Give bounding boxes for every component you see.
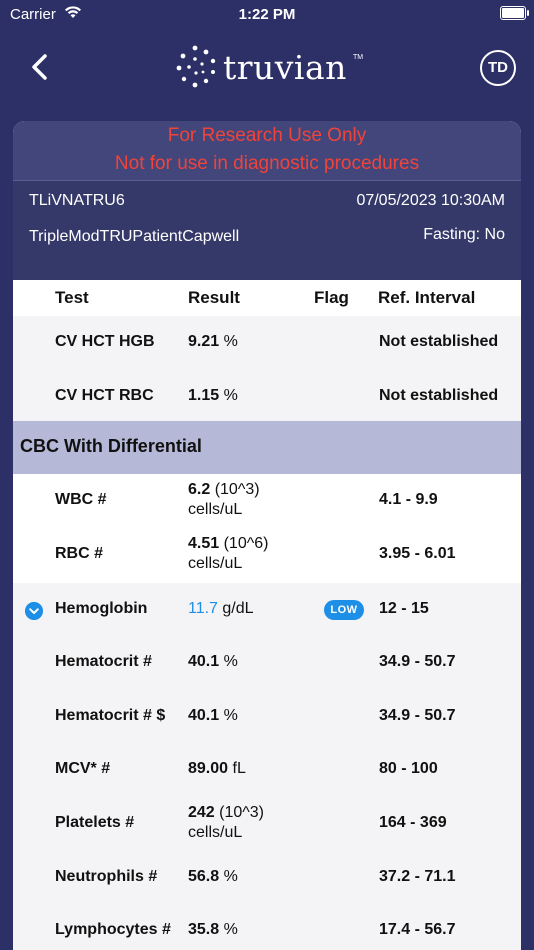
result-value: 89.00 fL <box>188 760 246 777</box>
header-flag: Flag <box>314 288 349 307</box>
test-name: Lymphocytes # <box>55 921 171 938</box>
ref-interval: 34.9 - 50.7 <box>379 653 456 670</box>
test-name: MCV* # <box>55 760 111 777</box>
result-value: 56.8 % <box>188 868 238 885</box>
ref-interval: 12 - 15 <box>379 600 429 617</box>
test-name: Hematocrit # $ <box>55 707 166 724</box>
ref-interval: 17.4 - 56.7 <box>379 921 456 938</box>
table-row[interactable]: Hematocrit # 40.1 % 34.9 - 50.7 <box>13 636 521 690</box>
table-row[interactable]: Lymphocytes # 35.8 % 17.4 - 56.7 <box>13 904 521 950</box>
result-value: 1.15 % <box>188 387 238 404</box>
truvian-logo: truvian TM <box>175 44 365 90</box>
sample-datetime: 07/05/2023 10:30AM <box>356 192 505 209</box>
header-result: Result <box>188 288 240 307</box>
banner-line-1: For Research Use Only <box>167 125 367 146</box>
ref-interval: 37.2 - 71.1 <box>379 868 456 885</box>
status-bar: Carrier 1:22 PM <box>0 0 534 30</box>
low-flag-badge: LOW <box>324 600 364 620</box>
research-banner: For Research Use Only Not for use in dia… <box>13 121 521 180</box>
header-ref-interval: Ref. Interval <box>378 288 476 307</box>
result-value: 242 (10^3) cells/uL <box>188 804 265 841</box>
table-row[interactable]: CV HCT HGB 9.21 % Not established <box>13 316 521 370</box>
test-name: Hematocrit # <box>55 653 152 670</box>
ref-interval: 4.1 - 9.9 <box>379 491 438 508</box>
results-card: For Research Use Only Not for use in dia… <box>13 121 521 950</box>
result-value: 40.1 % <box>188 653 238 670</box>
nav-bar: truvian TM TD <box>0 38 534 98</box>
trademark: TM <box>353 54 364 61</box>
battery-icon <box>500 6 529 20</box>
test-name: CV HCT RBC <box>55 387 154 404</box>
ref-interval: 3.95 - 6.01 <box>379 545 456 562</box>
ref-interval: 34.9 - 50.7 <box>379 707 456 724</box>
logo-dots-icon <box>176 45 216 88</box>
test-name: CV HCT HGB <box>55 333 155 350</box>
ref-interval: 80 - 100 <box>379 760 438 777</box>
ref-interval: Not established <box>379 387 499 404</box>
result-value: 40.1 % <box>188 707 238 724</box>
table-row[interactable]: RBC # 4.51 (10^6) cells/uL 3.95 - 6.01 <box>13 528 521 582</box>
clock: 1:22 PM <box>238 6 296 23</box>
table-row[interactable]: WBC # 6.2 (10^3) cells/uL 4.1 - 9.9 <box>13 474 521 528</box>
section-title: CBC With Differential <box>20 436 202 456</box>
sample-meta: TLiVNATRU6 07/05/2023 10:30AM TripleModT… <box>13 180 521 281</box>
table-row-flagged[interactable]: Hemoglobin 11.7 g/dL LOW 12 - 15 <box>13 583 521 637</box>
test-name: Platelets # <box>55 814 135 831</box>
back-chevron-icon[interactable] <box>24 50 58 84</box>
ref-interval: 164 - 369 <box>379 814 447 831</box>
test-name: RBC # <box>55 545 104 562</box>
table-row[interactable]: Neutrophils # 56.8 % 37.2 - 71.1 <box>13 851 521 905</box>
section-header: CBC With Differential <box>13 421 521 474</box>
table-header: Test Result Flag Ref. Interval <box>13 280 521 316</box>
result-value: 35.8 % <box>188 921 238 938</box>
result-value: 6.2 (10^3) cells/uL <box>188 481 260 518</box>
logo-wordmark: truvian <box>223 48 347 87</box>
result-value: 9.21 % <box>188 333 238 350</box>
patient-name: TripleModTRUPatientCapwell <box>29 228 240 245</box>
table-row[interactable]: CV HCT RBC 1.15 % Not established <box>13 370 521 424</box>
test-name: Neutrophils # <box>55 868 158 885</box>
expand-chevron-icon[interactable] <box>25 602 43 620</box>
user-avatar[interactable]: TD <box>480 50 516 86</box>
table-row[interactable]: MCV* # 89.00 fL 80 - 100 <box>13 743 521 797</box>
test-name: Hemoglobin <box>55 600 148 617</box>
result-value: 4.51 (10^6) cells/uL <box>188 535 269 572</box>
banner-line-2: Not for use in diagnostic procedures <box>114 153 420 174</box>
header-test: Test <box>55 288 89 307</box>
fasting-status: Fasting: No <box>423 226 505 243</box>
test-name: WBC # <box>55 491 107 508</box>
result-value: 11.7 g/dL <box>188 600 254 617</box>
sample-id: TLiVNATRU6 <box>29 192 125 209</box>
ref-interval: Not established <box>379 333 499 350</box>
table-row[interactable]: Hematocrit # $ 40.1 % 34.9 - 50.7 <box>13 690 521 744</box>
table-row[interactable]: Platelets # 242 (10^3) cells/uL 164 - 369 <box>13 797 521 851</box>
